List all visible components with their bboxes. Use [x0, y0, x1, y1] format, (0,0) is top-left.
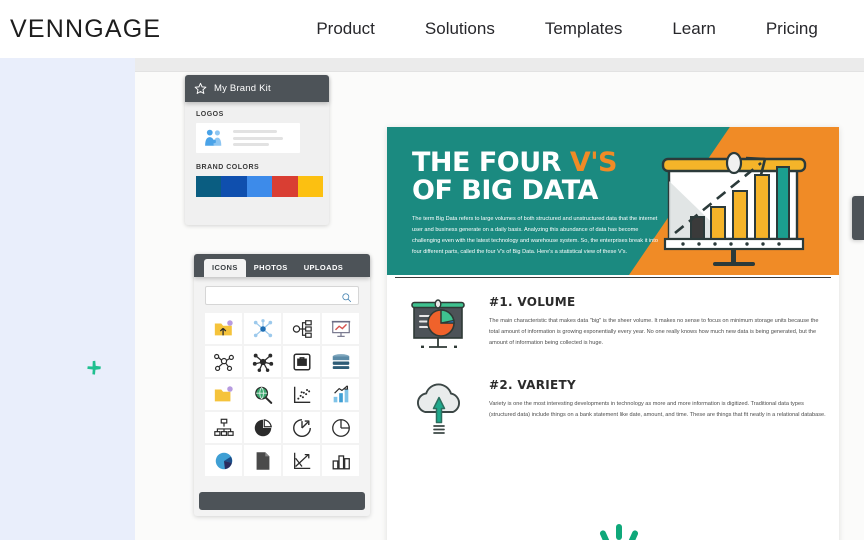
section-variety-body: Variety is one the most interesting deve…: [489, 401, 826, 418]
section-variety-text: #2. VARIETY Variety is one the most inte…: [489, 378, 827, 440]
brand-kit-title: My Brand Kit: [214, 83, 271, 94]
icon-cell-network-nodes-blue-icon[interactable]: [244, 313, 281, 344]
nav-link-product[interactable]: Product: [316, 19, 375, 39]
search-icon[interactable]: [341, 290, 352, 303]
brand-swatch-1[interactable]: [196, 176, 222, 197]
library-tabbar: ICONS PHOTOS UPLOADS: [194, 254, 370, 277]
app-preview-area: My Brand Kit LOGOS BRAND COLORS ICONS PH…: [0, 58, 864, 540]
search-input[interactable]: [205, 286, 359, 305]
panel-footer-bar: [199, 492, 365, 510]
icon-cell-scatter-plot-icon[interactable]: [283, 379, 320, 410]
editor-canvas: My Brand Kit LOGOS BRAND COLORS ICONS PH…: [135, 58, 864, 540]
section-volume-body: The main characteristic that makes data …: [489, 318, 819, 346]
tab-photos[interactable]: PHOTOS: [246, 259, 296, 277]
section-variety-heading: #2. VARIETY: [489, 378, 576, 392]
icon-cell-flowchart-outline-icon[interactable]: [283, 313, 320, 344]
icon-cell-molecule-outline-icon[interactable]: [205, 346, 242, 377]
icon-cell-pie-chart-outline-icon[interactable]: [322, 412, 359, 443]
icon-cell-folder-yellow-icon[interactable]: [205, 379, 242, 410]
icon-cell-clipboard-briefcase-icon[interactable]: [283, 346, 320, 377]
title-accent-vs: V'S: [569, 147, 618, 178]
logo-placeholder-lines: [233, 130, 300, 146]
icon-cell-line-graph-icon[interactable]: [283, 445, 320, 476]
icon-cell-database-stack-icon[interactable]: [322, 346, 359, 377]
icon-cell-bar-chart-arrow-icon[interactable]: [322, 379, 359, 410]
brand-kit-panel[interactable]: My Brand Kit LOGOS BRAND COLORS: [185, 75, 329, 225]
icon-cell-network-hub-dark-icon[interactable]: [244, 346, 281, 377]
infographic-title: THE FOUR V'S OF BIG DATA: [412, 149, 674, 204]
brand-swatch-5[interactable]: [297, 176, 324, 197]
icon-cell-org-chart-icon[interactable]: [205, 412, 242, 443]
star-icon: [194, 82, 207, 95]
infographic-canvas[interactable]: THE FOUR V'S OF BIG DATA The term Big Da…: [387, 127, 839, 540]
cloud-upload-icon: [409, 378, 471, 440]
section-volume-heading: #1. VOLUME: [489, 295, 576, 309]
people-group-icon: [203, 128, 225, 149]
brand-swatch-4[interactable]: [272, 176, 298, 197]
nav-link-pricing[interactable]: Pricing: [766, 19, 818, 39]
icon-cell-pie-chart-blue-icon[interactable]: [205, 445, 242, 476]
section-variety: #2. VARIETY Variety is one the most inte…: [409, 378, 826, 440]
left-sidebar-rail: [0, 58, 135, 540]
icon-cell-presentation-chart-icon[interactable]: [322, 313, 359, 344]
icon-cell-pie-chart-arrow-icon[interactable]: [283, 412, 320, 443]
nav-link-learn[interactable]: Learn: [672, 19, 715, 39]
infographic-intro-paragraph: The term Big Data refers to large volume…: [412, 216, 658, 255]
brand-kit-body: LOGOS BRAND COLORS: [185, 102, 329, 197]
venngage-logo[interactable]: VENNGAGE: [10, 15, 161, 44]
section-volume: #1. VOLUME The main characteristic that …: [409, 295, 819, 357]
brand-colors-label: BRAND COLORS: [196, 164, 260, 171]
right-side-panel-edge[interactable]: [852, 196, 864, 240]
tab-icons[interactable]: ICONS: [204, 259, 246, 277]
tab-uploads[interactable]: UPLOADS: [296, 259, 351, 277]
title-line-2: OF BIG DATA: [412, 174, 598, 206]
presentation-bar-chart-growth-icon: [651, 141, 831, 271]
icon-cell-pie-chart-filled-icon[interactable]: [244, 412, 281, 443]
infographic-hero: THE FOUR V'S OF BIG DATA The term Big Da…: [387, 127, 839, 275]
brand-swatch-2[interactable]: [221, 176, 247, 197]
nav-link-solutions[interactable]: Solutions: [425, 19, 495, 39]
click-cursor-icon: [583, 522, 655, 540]
icon-results-grid: [205, 313, 359, 476]
section-volume-text: #1. VOLUME The main characteristic that …: [489, 295, 827, 357]
section-divider: [395, 277, 831, 278]
icon-cell-bar-chart-outline-icon[interactable]: [322, 445, 359, 476]
brand-kit-header: My Brand Kit: [185, 75, 329, 102]
logo-preview-row[interactable]: [196, 123, 300, 153]
icon-cell-folder-upload-icon[interactable]: [205, 313, 242, 344]
top-navigation-bar: VENNGAGE Product Solutions Templates Lea…: [0, 0, 864, 58]
icons-library-panel[interactable]: ICONS PHOTOS UPLOADS: [194, 254, 370, 516]
title-line-1: THE FOUR: [412, 147, 570, 178]
plus-icon[interactable]: [85, 359, 103, 377]
logos-label: LOGOS: [196, 111, 224, 118]
nav-links: Product Solutions Templates Learn Pricin…: [316, 19, 817, 39]
search-row: [194, 277, 370, 305]
icon-cell-document-page-icon[interactable]: [244, 445, 281, 476]
icon-cell-magnifier-globe-icon[interactable]: [244, 379, 281, 410]
editor-toolbar-strip: [135, 58, 864, 72]
brand-swatch-3[interactable]: [246, 176, 273, 197]
presentation-pie-chart-icon: [409, 295, 471, 357]
hero-text-block: THE FOUR V'S OF BIG DATA The term Big Da…: [412, 149, 674, 258]
brand-color-swatches: [196, 176, 324, 197]
nav-link-templates[interactable]: Templates: [545, 19, 622, 39]
